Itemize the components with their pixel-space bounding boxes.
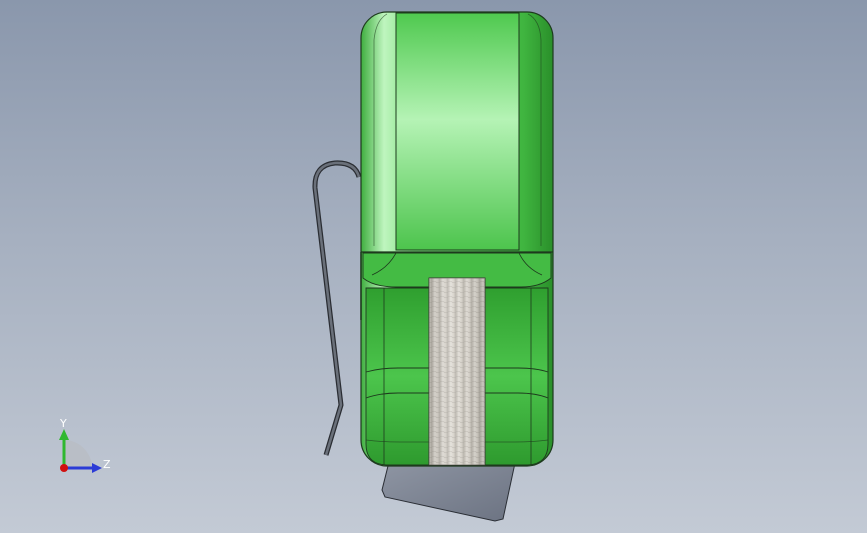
triad-y-arrow-icon <box>59 429 69 440</box>
coordinate-triad: Y Z <box>59 417 111 473</box>
measuring-tape[interactable] <box>428 277 486 466</box>
triad-z-label: Z <box>103 458 111 471</box>
triad-z-arrow-icon <box>92 463 102 473</box>
triad-plane-quarter-disc <box>64 440 92 468</box>
triad-x-axis-dot <box>60 464 68 472</box>
housing-top-dome <box>395 12 520 251</box>
graphics-viewport[interactable]: Y Z <box>0 0 867 533</box>
belt-clip[interactable] <box>312 160 362 456</box>
blade-tongue[interactable] <box>381 462 516 522</box>
triad-y-label: Y <box>59 417 67 430</box>
